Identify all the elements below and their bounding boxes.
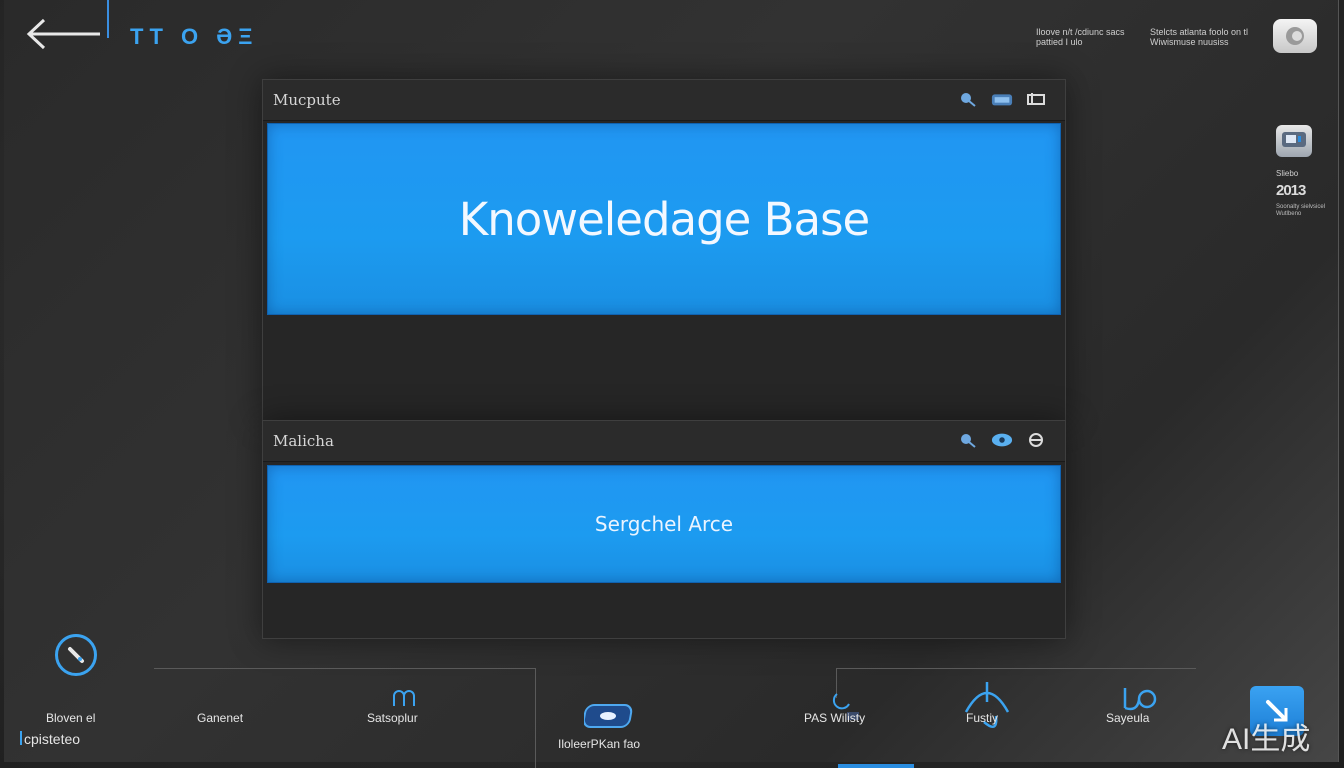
watermark-text: AI生成 (1222, 723, 1311, 756)
app-window: TT O ƏΞ Iloove n/t /cdiunc sacs pattied … (4, 0, 1339, 768)
search-area-banner[interactable]: Sergchel Arce (267, 465, 1061, 583)
active-tab-indicator (838, 764, 914, 768)
nav-label-top[interactable]: Bloven el (46, 711, 95, 725)
top-divider (107, 0, 109, 38)
nav-label-bottom[interactable]: cpisteteo (24, 731, 80, 747)
wrench-icon (68, 647, 84, 663)
nav-item-security[interactable]: Fustiy (966, 711, 998, 725)
panel-header: Malicha (263, 421, 1065, 462)
panel-title: Mucpute (273, 91, 341, 109)
panel-body (263, 583, 1065, 638)
banner-title: Knoweledage Base (458, 192, 871, 246)
nav-item-planner[interactable]: IloleerPKan fao (558, 737, 640, 751)
divider (836, 668, 1196, 669)
active-accent (20, 731, 22, 745)
knowledge-panel: Mucpute Knoweledage Base (262, 79, 1066, 421)
media-widget-icon[interactable] (1276, 125, 1312, 157)
nav-item-general[interactable]: Ganenet (197, 711, 243, 725)
profile-button[interactable] (1273, 19, 1317, 53)
header-info-text: Iloove n/t /cdiunc sacs pattied I ulo (1036, 27, 1125, 47)
back-arrow-icon[interactable] (24, 16, 104, 52)
profile-icon (1286, 27, 1304, 45)
app-title: TT O ƏΞ (130, 24, 259, 49)
widget-number: 2013 (1276, 182, 1306, 199)
nav-item-security-plus[interactable]: Sayeula (1106, 711, 1149, 725)
header-status-text: Stelcts atlanta foolo on tl Wiwismuse nu… (1150, 27, 1249, 47)
folder-icon[interactable] (991, 90, 1013, 108)
divider (535, 668, 536, 768)
cloud-icon[interactable] (991, 431, 1013, 449)
nav-item-privacy[interactable]: PAS Wilisty (804, 711, 865, 725)
banner-title: Sergchel Arce (594, 512, 734, 536)
search-icon[interactable] (957, 90, 979, 108)
panel-title: Malicha (273, 432, 334, 450)
divider (154, 668, 535, 669)
gamepad-icon[interactable] (582, 702, 636, 735)
tool-button[interactable] (55, 634, 97, 676)
widget-label: Sliebo (1276, 169, 1299, 178)
panel-header: Mucpute (263, 80, 1065, 121)
widget-description: Soonalty sielvsicel Wutlbeno (1276, 204, 1326, 217)
panel-body (263, 315, 1065, 420)
person-icon[interactable] (962, 678, 1012, 739)
knowledge-base-banner[interactable]: Knoweledage Base (267, 123, 1061, 315)
panel-toolbar (957, 90, 1047, 108)
search-icon[interactable] (957, 431, 979, 449)
panel-toolbar (957, 431, 1047, 449)
settings-icon[interactable] (1025, 90, 1047, 108)
loop-icon[interactable] (391, 688, 419, 713)
filter-icon[interactable] (1025, 431, 1047, 449)
search-panel: Malicha Sergchel Arce (262, 420, 1066, 639)
nav-item-setup[interactable]: Satsoplur (367, 711, 418, 725)
